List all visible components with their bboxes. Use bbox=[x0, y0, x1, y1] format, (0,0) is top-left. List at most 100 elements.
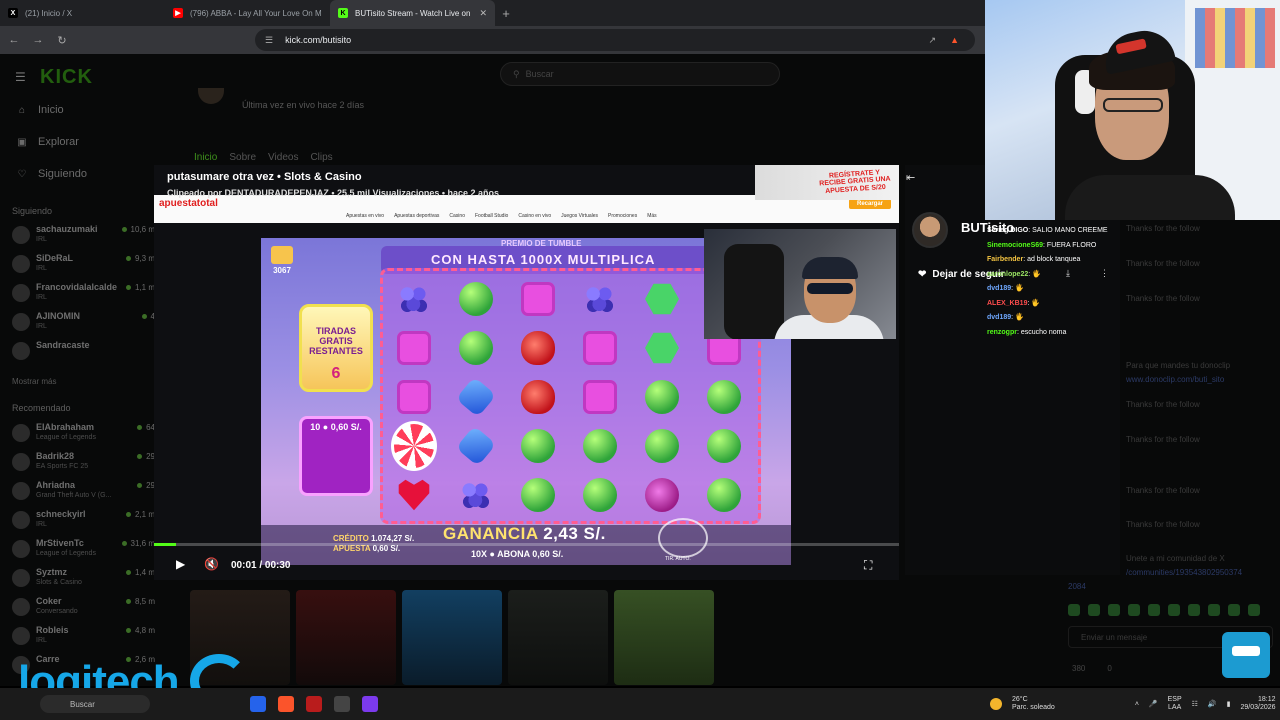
channel-item[interactable]: Sandracaste bbox=[12, 338, 157, 366]
casino-menu-item: Apuestas en vivo bbox=[346, 213, 385, 219]
channel-item[interactable]: Syztmz Slots & Casino 1,4 m bbox=[12, 565, 157, 593]
channel-avatar bbox=[12, 342, 30, 360]
video-subtitle: Clipeado por DENTADURADEPENJAZ • 25,5 mi… bbox=[167, 188, 500, 198]
grid-cell bbox=[639, 328, 685, 368]
channel-item[interactable]: sachauzumaki IRL 10,6 m bbox=[12, 222, 157, 250]
discord-app-icon[interactable] bbox=[362, 696, 378, 712]
viewer-count: 29 bbox=[137, 481, 155, 490]
win-display: GANANCIA 2,43 S/. bbox=[443, 524, 606, 544]
auto-spin-label: TIR. AUTO. bbox=[665, 556, 691, 562]
browser-toolbar: ← → ↻ ☰ kick.com/butisito ↗ ▲ bbox=[0, 26, 985, 54]
channel-category: EA Sports FC 25 bbox=[36, 463, 89, 470]
nav-explore[interactable]: ▣ Explorar bbox=[16, 136, 79, 148]
emote-icon[interactable] bbox=[1108, 604, 1120, 616]
network-icon[interactable]: ☷ bbox=[1192, 700, 1198, 708]
grid-cell bbox=[515, 475, 561, 515]
share-icon[interactable]: ↗ bbox=[929, 35, 937, 46]
address-bar[interactable]: ☰ kick.com/butisito ↗ ▲ bbox=[255, 29, 975, 51]
menu-icon[interactable]: ☰ bbox=[15, 70, 26, 84]
channel-item[interactable]: Coker Conversando 8,5 m bbox=[12, 594, 157, 622]
panel-link[interactable]: www.donoclip.com/buti_sito bbox=[1126, 375, 1224, 384]
collapse-chat-icon[interactable]: ⇤ bbox=[906, 171, 915, 184]
tab-sobre[interactable]: Sobre bbox=[229, 152, 256, 163]
kick-logo[interactable]: KICK bbox=[40, 66, 93, 89]
cap bbox=[802, 257, 858, 279]
emote-icon[interactable] bbox=[1128, 604, 1140, 616]
tab-kick[interactable]: K BUTisito Stream - Watch Live on ✕ bbox=[330, 0, 495, 26]
obs-app-icon[interactable] bbox=[334, 696, 350, 712]
casino-logo: apuestatotal bbox=[159, 198, 218, 209]
chevron-up-icon[interactable]: ˄ bbox=[1135, 701, 1139, 708]
battery-icon[interactable]: ▮ bbox=[1227, 700, 1231, 708]
emote-icon[interactable] bbox=[1188, 604, 1200, 616]
tab-inicio[interactable]: Inicio bbox=[194, 152, 217, 163]
youtube-icon: ▶ bbox=[173, 8, 183, 18]
panel-text: Thanks for the follow bbox=[1126, 486, 1200, 495]
tab-clips[interactable]: Clips bbox=[310, 152, 332, 163]
tab-videos[interactable]: Videos bbox=[268, 152, 298, 163]
show-more-link[interactable]: Mostrar más bbox=[12, 377, 56, 386]
tab-x[interactable]: X (21) Inicio / X bbox=[0, 0, 165, 26]
profile-tabs: Inicio Sobre Videos Clips bbox=[194, 152, 333, 163]
volume-icon[interactable]: 🔊 bbox=[1208, 700, 1217, 708]
emote-icon[interactable] bbox=[1248, 604, 1260, 616]
emote-icon[interactable] bbox=[1168, 604, 1180, 616]
emote-icon[interactable] bbox=[1068, 604, 1080, 616]
clock[interactable]: 18:12 29/03/2026 bbox=[1241, 696, 1276, 713]
channel-name: Francovidalalcalde bbox=[36, 282, 118, 292]
clip-thumbnail[interactable] bbox=[508, 590, 608, 685]
green-symbol bbox=[459, 282, 493, 316]
apple-symbol bbox=[521, 380, 555, 414]
streamer-avatar[interactable] bbox=[912, 212, 948, 248]
microphone-icon[interactable]: 🎤 bbox=[1149, 700, 1158, 708]
nav-following[interactable]: ♡ Siguiendo bbox=[16, 168, 87, 180]
clip-thumbnail[interactable] bbox=[614, 590, 714, 685]
panel-text: Unete a mi comunidad de X bbox=[1126, 554, 1225, 563]
language-indicator[interactable]: ESP LAA bbox=[1168, 696, 1182, 713]
video-progress-bar[interactable] bbox=[154, 543, 899, 546]
chat-stats: 380 0 bbox=[1072, 664, 1112, 673]
new-tab-button[interactable]: + bbox=[495, 0, 517, 26]
files-app-icon[interactable] bbox=[250, 696, 266, 712]
url-text: kick.com/butisito bbox=[285, 35, 352, 45]
reload-icon[interactable]: ↻ bbox=[52, 30, 72, 50]
grid-cell bbox=[515, 328, 561, 368]
channel-item[interactable]: Badrik28 EA Sports FC 25 29 bbox=[12, 449, 157, 477]
emote-icon[interactable] bbox=[1208, 604, 1220, 616]
chat-username: aaronlope22 bbox=[987, 270, 1029, 278]
taskbar-search[interactable]: Buscar bbox=[40, 695, 150, 713]
channel-item[interactable]: AJINOMIN IRL 4 bbox=[12, 309, 157, 337]
emote-icon[interactable] bbox=[1088, 604, 1100, 616]
channel-item[interactable]: Robleis IRL 4,8 m bbox=[12, 623, 157, 651]
media-app-icon[interactable] bbox=[306, 696, 322, 712]
casino-menu-item: Football Studio bbox=[474, 213, 509, 219]
panel-text: Thanks for the follow bbox=[1126, 520, 1200, 529]
panel-link[interactable]: /communities/193543802950374 bbox=[1126, 568, 1242, 577]
channel-item[interactable]: SiDeRaL IRL 9,3 m bbox=[12, 251, 157, 279]
tab-youtube[interactable]: ▶ (796) ABBA - Lay All Your Love On M bbox=[165, 0, 330, 26]
channel-item[interactable]: schneckyirl IRL 2,1 m bbox=[12, 507, 157, 535]
grid-cell bbox=[577, 279, 623, 319]
nav-home[interactable]: ⌂ Inicio bbox=[16, 104, 64, 116]
grid-cell bbox=[577, 328, 623, 368]
clip-thumbnail[interactable] bbox=[296, 590, 396, 685]
channel-item[interactable]: ElAbrahaham League of Legends 64 bbox=[12, 420, 157, 448]
clip-thumbnail[interactable] bbox=[402, 590, 502, 685]
channel-item[interactable]: Francovidalalcalde IRL 1,1 m bbox=[12, 280, 157, 308]
brave-app-icon[interactable] bbox=[278, 696, 294, 712]
play-icon[interactable]: ▶ bbox=[176, 557, 185, 571]
fullscreen-icon[interactable]: ⛶ bbox=[864, 558, 872, 573]
forward-icon[interactable]: → bbox=[28, 30, 48, 50]
search-input[interactable]: ⚲ Buscar bbox=[500, 62, 780, 86]
channel-item[interactable]: Ahriadna Grand Theft Auto V (G... 29 bbox=[12, 478, 157, 506]
viewer-count: 10,6 m bbox=[122, 225, 155, 234]
close-tab-icon[interactable]: ✕ bbox=[479, 8, 487, 19]
back-icon[interactable]: ← bbox=[4, 30, 24, 50]
channel-item[interactable]: MrStivenTc League of Legends 31,6 m bbox=[12, 536, 157, 564]
site-info-icon[interactable]: ☰ bbox=[265, 35, 273, 46]
brave-shield-icon[interactable]: ▲ bbox=[950, 35, 959, 46]
emote-icon[interactable] bbox=[1228, 604, 1240, 616]
emote-icon[interactable] bbox=[1148, 604, 1160, 616]
weather-widget[interactable]: 26°C Parc. soleado bbox=[1012, 696, 1055, 713]
mute-icon[interactable]: 🔇 bbox=[204, 557, 219, 571]
